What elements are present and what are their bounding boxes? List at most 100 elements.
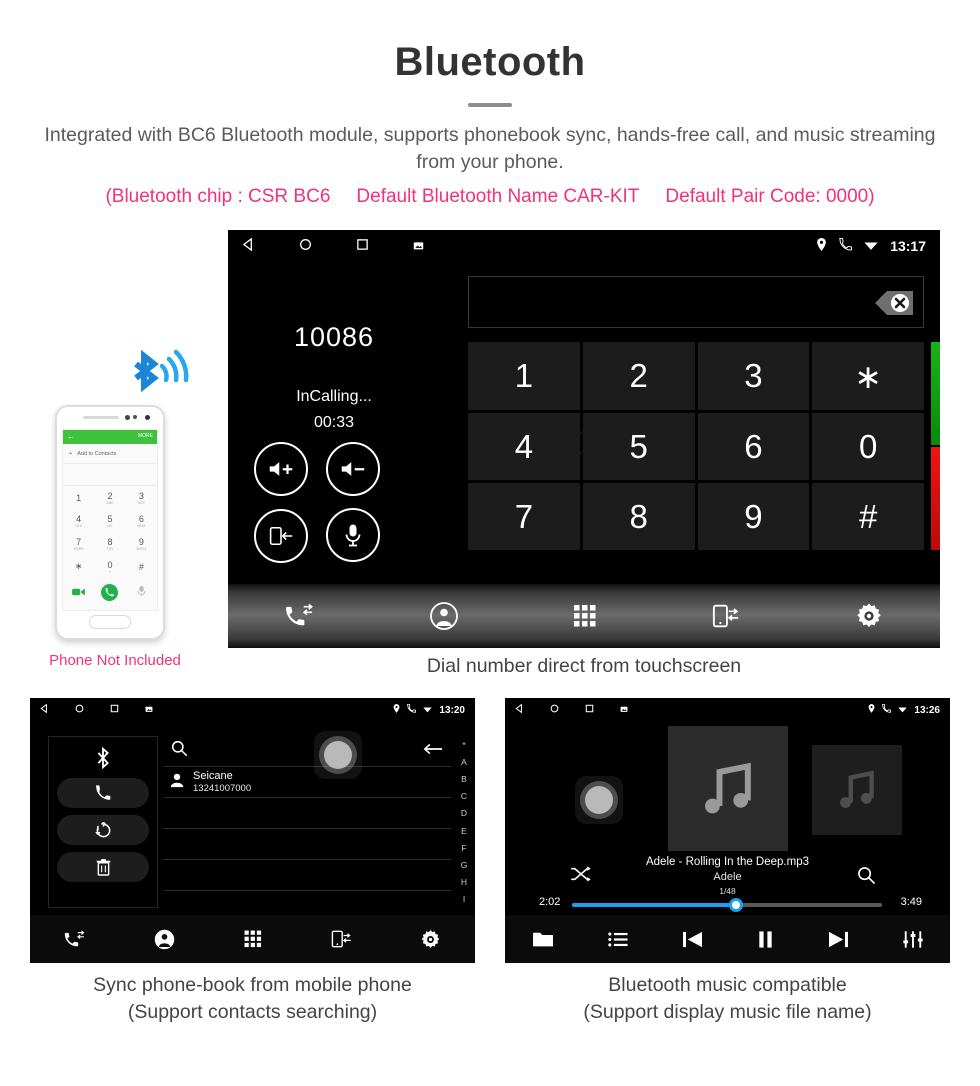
transfer-to-phone-button[interactable] <box>254 509 308 563</box>
nav-phone-sync-icon[interactable] <box>712 602 740 630</box>
home-icon[interactable] <box>75 704 84 716</box>
screenshot-icon[interactable] <box>620 705 628 716</box>
previous-track-icon[interactable] <box>682 930 703 949</box>
mute-microphone-button[interactable] <box>326 508 381 562</box>
home-icon[interactable] <box>299 238 312 254</box>
screenshot-icon[interactable] <box>413 238 424 254</box>
screenshot-icon[interactable] <box>145 705 153 716</box>
phonebook-bottom-nav <box>30 915 475 963</box>
nav-dialpad-icon[interactable] <box>243 929 263 949</box>
bluetooth-feature-page: Bluetooth Integrated with BC6 Bluetooth … <box>0 0 980 1086</box>
hangup-button[interactable] <box>931 447 940 550</box>
dial-key[interactable]: 0 <box>812 413 924 480</box>
recents-icon[interactable] <box>356 238 369 254</box>
dial-keypad: 1 2 3 ∗ 4 5 6 0 7 8 9 # <box>468 342 924 550</box>
nav-call-log-icon[interactable] <box>64 930 86 949</box>
phone-number-field <box>63 464 157 486</box>
dial-key[interactable]: 4 <box>468 413 580 480</box>
alpha-index-item[interactable]: B <box>461 774 467 784</box>
back-icon[interactable] <box>242 237 255 254</box>
nav-phone-sync-icon[interactable] <box>331 929 352 949</box>
backspace-icon[interactable] <box>855 286 915 320</box>
bluetooth-icon[interactable] <box>93 745 113 771</box>
phone-key: 4 GHI <box>63 509 94 532</box>
dial-key[interactable]: 2 <box>582 342 695 410</box>
call-info-panel: 10086 InCalling... 00:33 <box>228 262 440 580</box>
dial-key[interactable]: 5 <box>582 413 695 480</box>
call-timer: 00:33 <box>313 414 355 431</box>
recents-icon[interactable] <box>585 704 594 716</box>
progress-knob[interactable] <box>729 898 744 912</box>
folder-icon[interactable] <box>532 930 554 948</box>
alpha-index-item[interactable]: F <box>461 843 466 853</box>
pause-icon[interactable] <box>757 930 774 949</box>
phone-key: # <box>126 555 157 578</box>
back-icon[interactable] <box>515 703 524 716</box>
number-input-field[interactable] <box>468 276 924 328</box>
music-search-icon[interactable] <box>857 866 876 890</box>
contact-row[interactable]: Seicane 13241007000 <box>163 767 451 798</box>
phone-key: 7 PQRS <box>63 532 94 555</box>
phone-key-digit: ∗ <box>74 561 83 571</box>
phone-keypad: 1 2 ABC 3 DEF 4 GHI 5 JKL 6 MNO 7 PQRS 8 TUV 9W… <box>63 486 157 578</box>
alpha-index-item[interactable]: G <box>461 860 468 870</box>
phone-key-letters: WXYZ <box>136 546 147 551</box>
dial-key[interactable]: 1 <box>468 342 580 410</box>
recents-icon[interactable] <box>110 704 119 716</box>
dial-key[interactable]: 6 <box>697 413 810 480</box>
dial-status-bar: 13:17 <box>228 230 940 262</box>
touch-indicator <box>314 731 362 779</box>
home-icon[interactable] <box>550 704 559 716</box>
music-caption-line2: (Support display music file name) <box>583 1001 872 1023</box>
call-state-label: InCalling... <box>296 388 372 405</box>
nav-settings-gear-icon[interactable] <box>855 602 883 630</box>
alpha-index-item[interactable]: H <box>461 877 467 887</box>
phonebook-caption-line2: (Support contacts searching) <box>127 1001 378 1023</box>
alpha-index-item[interactable]: E <box>461 826 467 836</box>
phone-call-button <box>101 583 119 601</box>
phonebook-search-row[interactable] <box>163 736 451 767</box>
dial-key[interactable]: 3 <box>697 342 810 410</box>
search-icon[interactable] <box>171 740 188 762</box>
nav-dialpad-icon[interactable] <box>572 603 598 629</box>
phonebook-sync-button[interactable] <box>57 815 149 845</box>
playlist-icon[interactable] <box>608 931 628 948</box>
phone-key-letters: PQRS <box>73 546 84 551</box>
dial-key[interactable]: 9 <box>697 483 810 550</box>
progress-slider[interactable] <box>572 898 882 912</box>
volume-down-button[interactable] <box>326 442 381 496</box>
nav-contacts-icon[interactable] <box>429 602 458 630</box>
phone-app-bar: ← MORE <box>63 430 157 444</box>
dial-key[interactable]: 8 <box>582 483 695 550</box>
phonebook-call-button[interactable] <box>57 778 149 808</box>
dial-key[interactable]: # <box>812 483 924 550</box>
wifi-icon <box>423 705 433 716</box>
alpha-index-item[interactable]: * <box>462 740 465 750</box>
alpha-index-item[interactable]: D <box>461 808 467 818</box>
shuffle-icon[interactable] <box>570 866 592 887</box>
contact-number: 13241007000 <box>193 782 252 794</box>
mobile-phone-illustration: ← MORE + Add to Contacts 1 2 ABC 3 DEF 4 GH… <box>55 405 165 640</box>
nav-settings-gear-icon[interactable] <box>420 929 441 950</box>
volume-up-button[interactable] <box>254 442 308 496</box>
phone-key-letters: + <box>108 569 112 574</box>
wifi-icon <box>898 705 908 716</box>
phonebook-delete-button[interactable] <box>57 852 149 882</box>
next-track-icon[interactable] <box>828 930 849 949</box>
call-button[interactable] <box>931 342 940 445</box>
nav-call-log-icon[interactable] <box>285 603 315 629</box>
android-nav-buttons <box>40 703 179 716</box>
nav-contacts-icon[interactable] <box>154 929 175 950</box>
album-art-current[interactable] <box>668 726 788 851</box>
album-art-next[interactable] <box>812 745 902 835</box>
alphabet-index[interactable]: * A B C D E F G H I <box>456 736 472 908</box>
dial-clock: 13:17 <box>890 238 926 254</box>
back-icon[interactable] <box>40 703 49 716</box>
equalizer-icon[interactable] <box>903 930 923 949</box>
dial-key[interactable]: 7 <box>468 483 580 550</box>
alpha-index-item[interactable]: I <box>463 894 465 904</box>
dial-key[interactable]: ∗ <box>812 342 924 410</box>
back-arrow-icon[interactable] <box>423 742 443 760</box>
alpha-index-item[interactable]: A <box>461 757 467 767</box>
alpha-index-item[interactable]: C <box>461 791 467 801</box>
